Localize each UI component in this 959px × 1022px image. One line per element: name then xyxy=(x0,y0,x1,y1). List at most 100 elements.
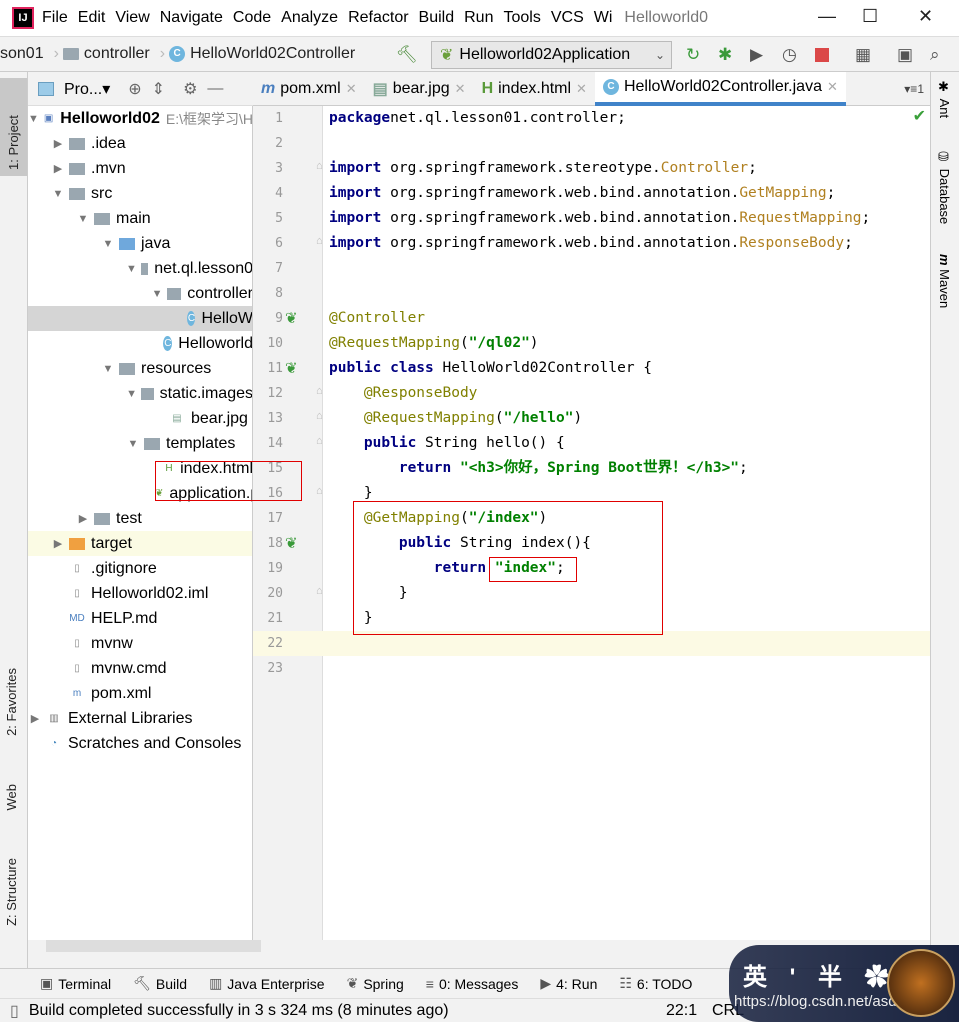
fold-icon[interactable]: ⌂ xyxy=(316,160,323,172)
spring-bean-icon[interactable]: ❦ xyxy=(285,534,298,552)
menu-navigate[interactable]: Navigate xyxy=(160,9,223,27)
minimize-button[interactable]: — xyxy=(818,6,836,27)
close-tab-icon[interactable]: ✕ xyxy=(827,79,838,95)
tree-item[interactable]: MD HELP.md xyxy=(28,606,252,631)
fold-icon[interactable]: ⌂ xyxy=(316,435,323,447)
tree-item[interactable]: ▶ test xyxy=(28,506,252,531)
tree-item[interactable]: ▯ .gitignore xyxy=(28,556,252,581)
chevron-down-icon[interactable]: ▼ xyxy=(28,113,39,125)
tree-item[interactable]: ▶ .mvn xyxy=(28,156,252,181)
tree-item[interactable]: ▤ bear.jpg xyxy=(28,406,252,431)
rerun-icon[interactable]: ↻ xyxy=(686,45,700,65)
tree-item[interactable]: ▼ static.images xyxy=(28,381,252,406)
status-toggle-icon[interactable]: ▯ xyxy=(10,1001,19,1021)
tabs-overflow-button[interactable]: ▾≡1 xyxy=(904,82,930,96)
close-tab-icon[interactable]: ✕ xyxy=(455,81,466,97)
cursor-position[interactable]: 22:1 xyxy=(666,1002,697,1020)
menu-build[interactable]: Build xyxy=(419,9,455,27)
stop-icon[interactable] xyxy=(815,48,829,62)
breadcrumb-class[interactable]: C HelloWorld02Controller xyxy=(169,45,355,63)
chevron-right-icon[interactable]: ▶ xyxy=(51,537,65,550)
tree-item[interactable]: C Helloworld xyxy=(28,331,252,356)
menu-view[interactable]: View xyxy=(115,9,149,27)
close-tab-icon[interactable]: ✕ xyxy=(576,81,587,97)
spring-bean-icon[interactable]: ❦ xyxy=(285,309,298,327)
tab-maven[interactable]: m Maven xyxy=(937,254,952,308)
menu-file[interactable]: File xyxy=(42,9,68,27)
tree-item[interactable]: ▼ ▣ Helloworld02 E:\框架学习\H xyxy=(28,106,252,131)
menu-analyze[interactable]: Analyze xyxy=(281,9,338,27)
chevron-down-icon[interactable]: ▼ xyxy=(76,213,90,225)
profile-icon[interactable]: ◷ xyxy=(782,45,797,65)
toggle-presentation-icon[interactable]: ▣ xyxy=(897,45,913,65)
tree-item[interactable]: ◔ Scratches and Consoles xyxy=(28,731,252,756)
close-tab-icon[interactable]: ✕ xyxy=(346,81,357,97)
menu-code[interactable]: Code xyxy=(233,9,271,27)
tree-item[interactable]: ▼ src xyxy=(28,181,252,206)
menu-refactor[interactable]: Refactor xyxy=(348,9,408,27)
tab-ant[interactable]: ✱ Ant xyxy=(937,80,952,118)
chevron-down-icon[interactable]: ▼ xyxy=(151,288,163,300)
tree-item[interactable]: m pom.xml xyxy=(28,681,252,706)
chevron-down-icon[interactable]: ▼ xyxy=(51,188,65,200)
locate-file-icon[interactable]: ⊕ xyxy=(128,79,141,99)
coverage-icon[interactable]: ▶ xyxy=(750,45,763,65)
tab-favorites[interactable]: 2: Favorites xyxy=(4,668,19,736)
tool-java-enterprise[interactable]: ▥ Java Enterprise xyxy=(209,975,325,992)
menu-edit[interactable]: Edit xyxy=(78,9,106,27)
project-view-select[interactable]: Pro...▾ xyxy=(64,79,110,99)
tool-run[interactable]: ▶ 4: Run xyxy=(540,975,597,992)
tab-web[interactable]: Web xyxy=(4,784,19,811)
tool-terminal[interactable]: ▣ Terminal xyxy=(40,975,111,992)
debug-icon[interactable]: ✱ xyxy=(718,45,732,65)
tab-helloworld02controller-java[interactable]: C HelloWorld02Controller.java ✕ xyxy=(594,71,846,106)
tree-item[interactable]: ▼ controller xyxy=(28,281,252,306)
tree-item[interactable]: ▼ net.ql.lesson0 xyxy=(28,256,252,281)
chevron-down-icon[interactable]: ▼ xyxy=(101,238,115,250)
tool-hammer[interactable]: 🔨︎ Build xyxy=(133,975,187,992)
chevron-right-icon[interactable]: ▶ xyxy=(28,712,42,725)
gear-icon[interactable]: ⚙ xyxy=(183,79,197,99)
tree-item[interactable]: ▶ target xyxy=(28,531,252,556)
chevron-right-icon[interactable]: ▶ xyxy=(76,512,90,525)
menu-vcs[interactable]: VCS xyxy=(551,9,584,27)
tool-messages[interactable]: ≡ 0: Messages xyxy=(426,976,519,992)
breadcrumb-controller[interactable]: controller xyxy=(62,45,150,63)
tree-item[interactable]: ▼ resources xyxy=(28,356,252,381)
close-window-button[interactable]: ✕ xyxy=(918,6,933,27)
fold-icon[interactable]: ⌂ xyxy=(316,410,323,422)
fold-icon[interactable]: ⌂ xyxy=(316,235,323,247)
tree-item[interactable]: ▶ ▥ External Libraries xyxy=(28,706,252,731)
chevron-down-icon[interactable]: ▼ xyxy=(126,438,140,450)
chevron-down-icon[interactable]: ▼ xyxy=(101,363,115,375)
tree-item[interactable]: C HelloW xyxy=(28,306,252,331)
menu-wi[interactable]: Wi xyxy=(594,9,613,27)
menu-run[interactable]: Run xyxy=(464,9,493,27)
tree-item[interactable]: ▼ java xyxy=(28,231,252,256)
tree-item[interactable]: ▼ templates xyxy=(28,431,252,456)
chevron-right-icon[interactable]: ▶ xyxy=(51,137,65,150)
project-structure-icon[interactable]: ▦ xyxy=(855,45,871,65)
search-icon[interactable]: ⌕ xyxy=(930,45,940,65)
breadcrumb-package[interactable]: son01 xyxy=(0,45,44,63)
tree-item[interactable]: ▯ Helloworld02.iml xyxy=(28,581,252,606)
tree-item[interactable]: ▯ mvnw xyxy=(28,631,252,656)
fold-icon[interactable]: ⌂ xyxy=(316,585,323,597)
tree-item[interactable]: ▶ .idea xyxy=(28,131,252,156)
chevron-right-icon[interactable]: ▶ xyxy=(51,162,65,175)
tool-todo[interactable]: ☷ 6: TODO xyxy=(619,975,692,992)
build-hammer-icon[interactable]: 🔨︎ xyxy=(396,45,418,65)
chevron-down-icon[interactable]: ▼ xyxy=(126,388,137,400)
tab-pom-xml[interactable]: m pom.xml ✕ xyxy=(253,72,365,106)
tab-structure[interactable]: Z: Structure xyxy=(4,858,19,926)
fold-icon[interactable]: ⌂ xyxy=(316,385,323,397)
spring-bean-icon[interactable]: ❦ xyxy=(285,359,298,377)
menu-tools[interactable]: Tools xyxy=(503,9,540,27)
scrollbar-thumb[interactable] xyxy=(46,940,261,952)
tab-index-html[interactable]: Hindex.html ✕ xyxy=(474,72,595,106)
fold-icon[interactable]: ⌂ xyxy=(316,485,323,497)
tree-item[interactable]: ▯ mvnw.cmd xyxy=(28,656,252,681)
tab-project[interactable]: 1: Project xyxy=(0,78,27,176)
tab-bear-jpg[interactable]: ▤ bear.jpg ✕ xyxy=(365,72,474,106)
collapse-all-icon[interactable]: ⇕ xyxy=(152,79,165,99)
